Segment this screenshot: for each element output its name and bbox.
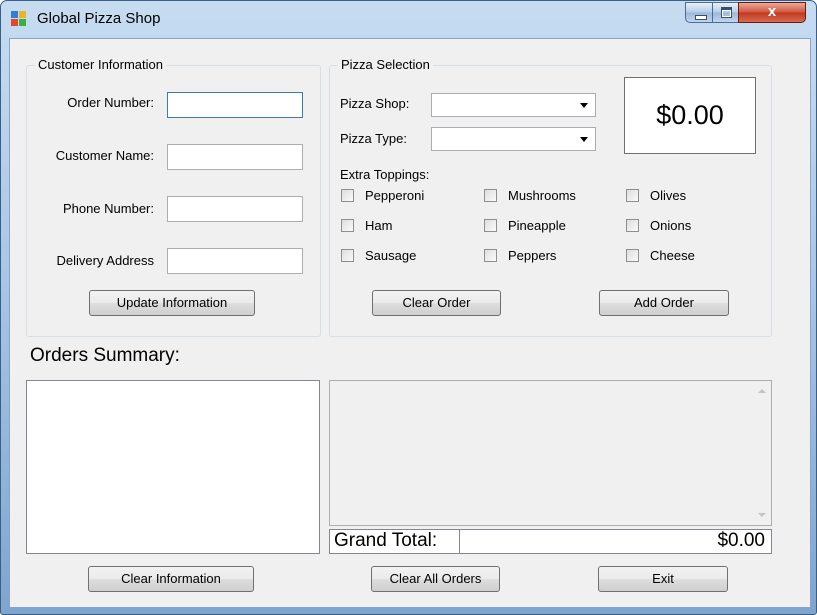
checkbox-box[interactable] (626, 189, 639, 202)
checkbox-box[interactable] (484, 219, 497, 232)
minimize-icon (695, 15, 707, 20)
customer-name-field[interactable] (167, 144, 303, 170)
phone-number-field[interactable] (167, 196, 303, 222)
pizza-selection-title: Pizza Selection (338, 57, 433, 72)
pizza-shop-label: Pizza Shop: (340, 96, 410, 111)
orders-listbox[interactable] (26, 380, 320, 554)
checkbox-box[interactable] (341, 249, 354, 262)
chevron-down-icon (580, 103, 588, 108)
order-details-textbox[interactable] (329, 380, 772, 526)
order-number-field[interactable] (167, 92, 303, 118)
exit-button[interactable]: Exit (598, 566, 728, 592)
pizza-type-label: Pizza Type: (340, 131, 407, 146)
topping-label: Olives (650, 188, 687, 203)
window-title: Global Pizza Shop (37, 10, 161, 27)
customer-information-title: Customer Information (35, 57, 166, 72)
extra-toppings-label: Extra Toppings: (340, 167, 430, 182)
pizza-price-display: $0.00 (624, 77, 756, 154)
scroll-down-icon[interactable] (758, 513, 766, 517)
phone-number-label: Phone Number: (62, 201, 154, 216)
checkbox-box[interactable] (341, 189, 354, 202)
topping-label: Ham (365, 218, 393, 233)
topping-label: Pineapple (508, 218, 566, 233)
phone-number-input[interactable] (168, 197, 302, 221)
pizza-shop-select[interactable] (431, 93, 596, 117)
topping-label: Onions (650, 218, 692, 233)
update-information-button[interactable]: Update Information (89, 290, 255, 316)
add-order-button[interactable]: Add Order (599, 290, 729, 316)
grand-total-label: Grand Total: (329, 529, 460, 554)
checkbox-box[interactable] (484, 249, 497, 262)
checkbox-box[interactable] (484, 189, 497, 202)
close-icon: x (767, 3, 777, 20)
delivery-address-input[interactable] (168, 249, 302, 273)
checkbox-box[interactable] (341, 219, 354, 232)
chevron-down-icon (580, 137, 588, 142)
form-client-area: Customer Information Order Number: Custo… (9, 38, 811, 608)
checkbox-box[interactable] (626, 219, 639, 232)
clear-all-orders-button[interactable]: Clear All Orders (371, 566, 500, 592)
title-bar[interactable]: Global Pizza Shop x (1, 1, 816, 38)
delivery-address-label: Delivery Address (56, 253, 154, 268)
minimize-button[interactable] (685, 2, 713, 23)
app-window: Global Pizza Shop x Customer Information… (0, 0, 817, 615)
grand-total-value: $0.00 (459, 529, 772, 554)
customer-name-label: Customer Name: (55, 148, 154, 163)
order-number-input[interactable] (168, 93, 302, 117)
clear-order-button[interactable]: Clear Order (372, 290, 501, 316)
vertical-scrollbar[interactable] (753, 381, 771, 525)
maximize-button[interactable] (712, 2, 739, 23)
maximize-icon (721, 7, 732, 18)
close-button[interactable]: x (738, 2, 806, 23)
topping-label: Pepperoni (365, 188, 425, 203)
topping-label: Peppers (508, 248, 557, 263)
scroll-up-icon[interactable] (758, 389, 766, 393)
customer-information-group: Customer Information Order Number: Custo… (26, 57, 321, 337)
topping-label: Sausage (365, 248, 417, 263)
topping-label: Mushrooms (508, 188, 576, 203)
orders-summary-title: Orders Summary: (30, 345, 180, 366)
customer-name-input[interactable] (168, 145, 302, 169)
order-number-label: Order Number: (67, 95, 154, 110)
app-icon[interactable] (11, 11, 27, 27)
checkbox-box[interactable] (626, 249, 639, 262)
delivery-address-field[interactable] (167, 248, 303, 274)
topping-label: Cheese (650, 248, 695, 263)
pizza-type-select[interactable] (431, 127, 596, 151)
clear-information-button[interactable]: Clear Information (88, 566, 254, 592)
